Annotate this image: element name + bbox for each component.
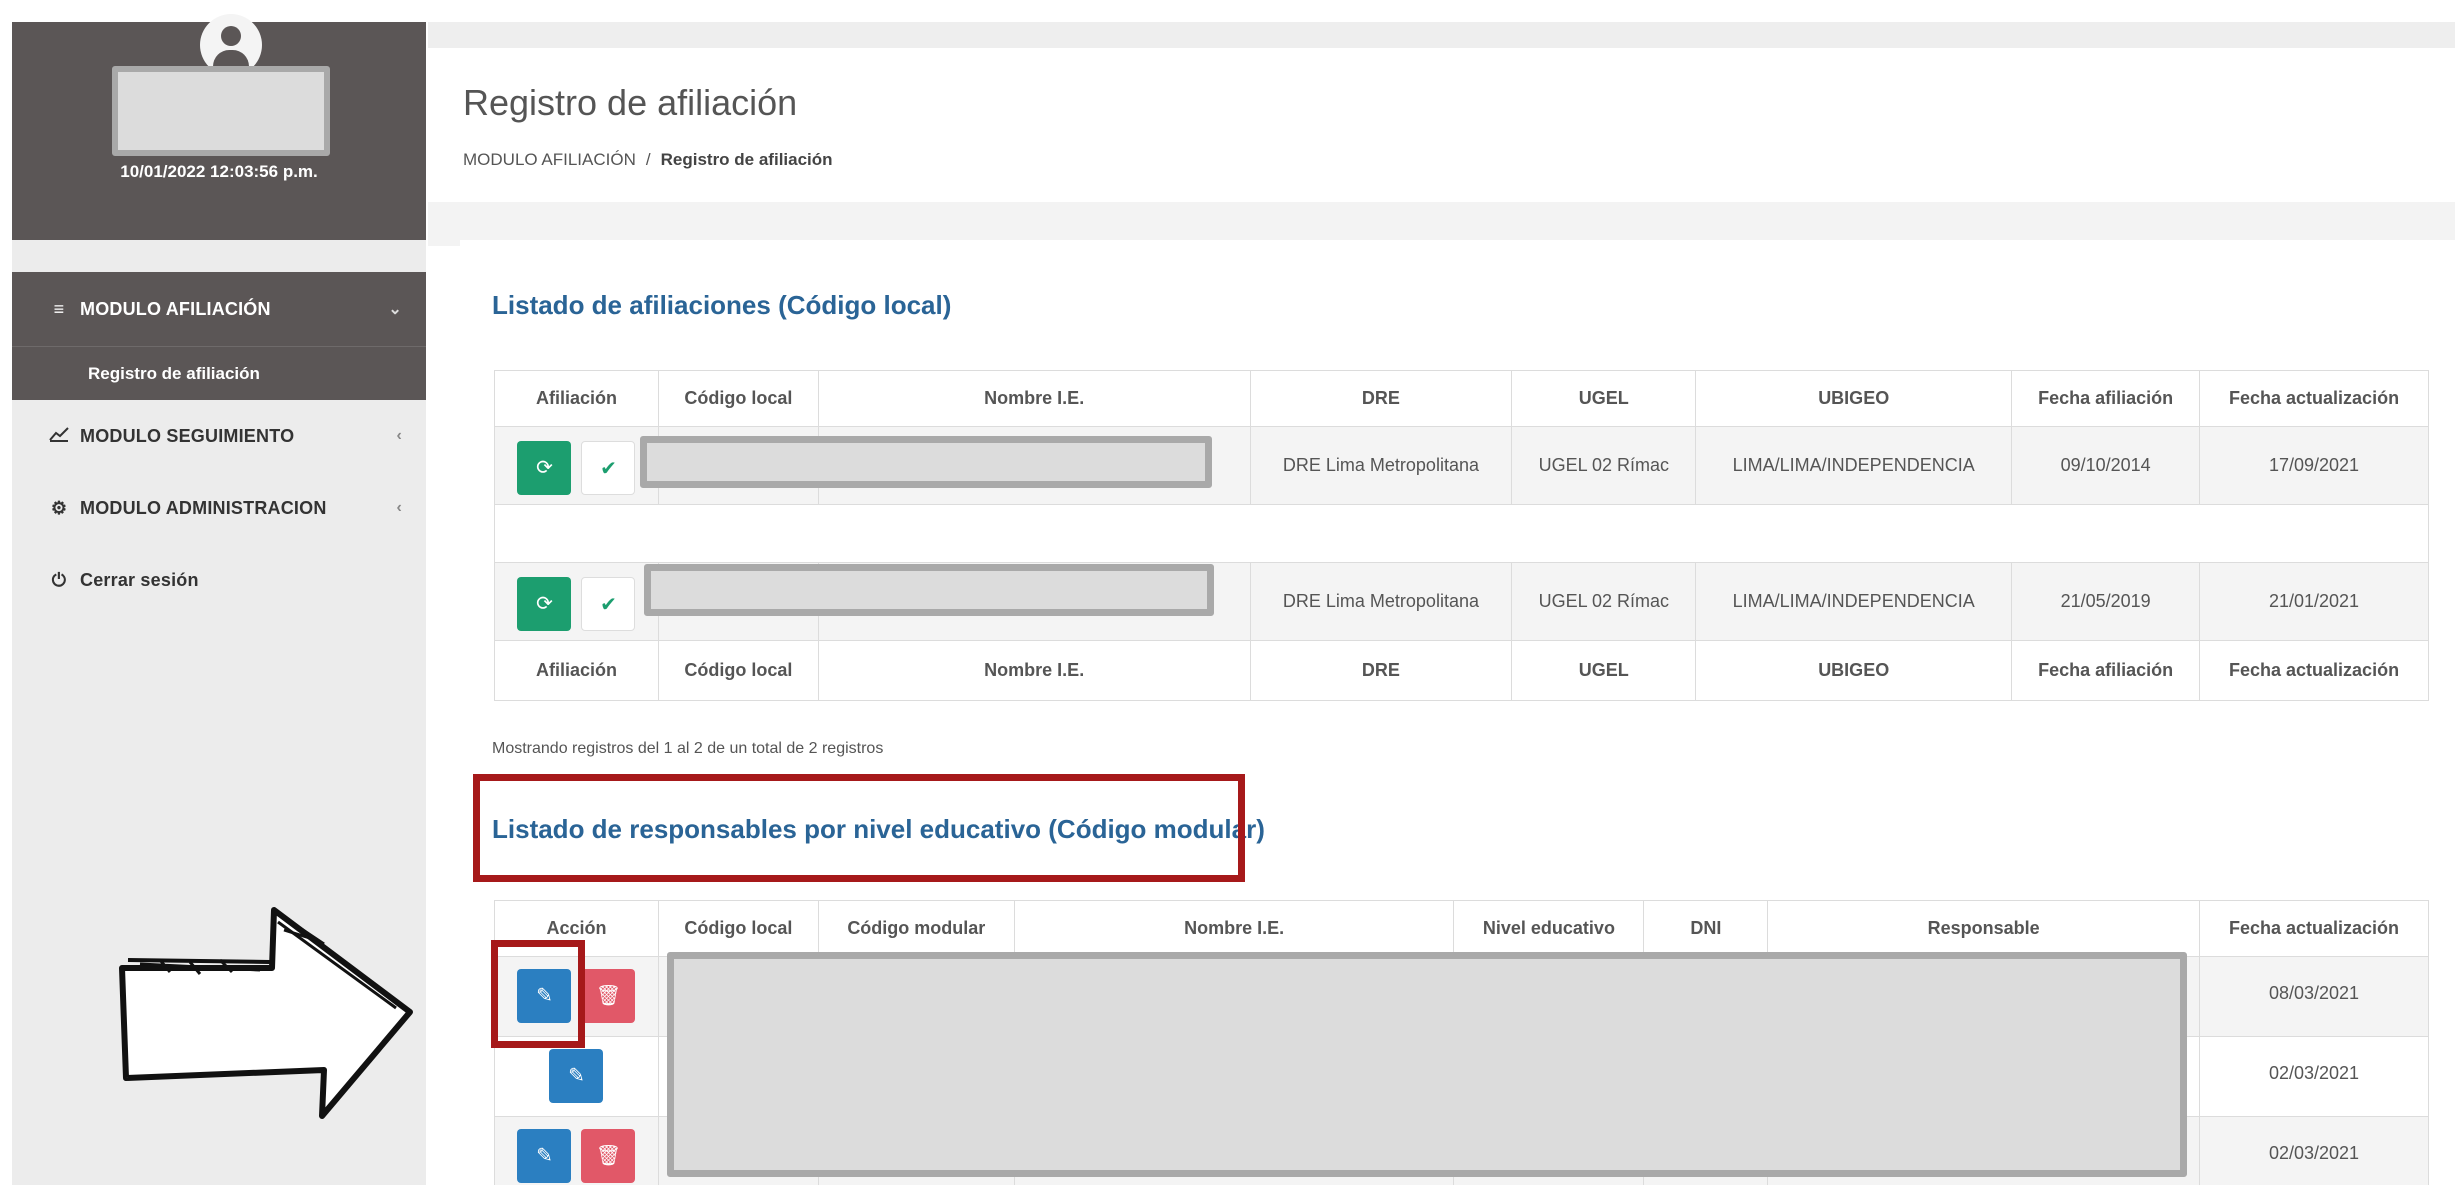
breadcrumb: MODULO AFILIACIÓN / Registro de afiliación xyxy=(463,150,833,170)
column-header[interactable]: Código local xyxy=(657,900,819,957)
ugel-cell: UGEL 02 Rímac xyxy=(1511,426,1697,505)
edit-button[interactable]: ✎ xyxy=(549,1049,604,1103)
column-header[interactable]: UGEL xyxy=(1511,370,1697,427)
column-footer: Afiliación xyxy=(494,640,659,701)
column-footer: DRE xyxy=(1249,640,1513,701)
trash-icon: 🗑 xyxy=(595,1145,622,1167)
highlight-box-title xyxy=(473,774,1245,882)
column-header[interactable]: DRE xyxy=(1249,370,1513,427)
table-header-row: Afiliación Código local Nombre I.E. DRE … xyxy=(494,370,2429,427)
dre-cell: DRE Lima Metropolitana xyxy=(1249,562,1513,641)
breadcrumb-parent[interactable]: MODULO AFILIACIÓN xyxy=(463,150,636,169)
refresh-button[interactable]: ⟳ xyxy=(517,576,572,631)
delete-button[interactable]: 🗑 xyxy=(581,969,636,1023)
session-datetime: 10/01/2022 12:03:56 p.m. xyxy=(120,162,318,181)
page-header: Registro de afiliación MODULO AFILIACIÓN… xyxy=(428,48,2455,202)
edit-icon: ✎ xyxy=(536,1145,553,1167)
edit-icon: ✎ xyxy=(568,1065,585,1087)
column-footer: Fecha actualización xyxy=(2199,640,2429,701)
sidebar-item-label: MODULO ADMINISTRACION xyxy=(80,497,327,518)
trash-icon: 🗑 xyxy=(595,985,622,1007)
check-icon: ✔ xyxy=(600,593,617,616)
check-icon: ✔ xyxy=(600,457,617,480)
sidebar-item-label: Cerrar sesión xyxy=(80,569,199,590)
table-row-spacer xyxy=(494,504,2429,563)
fecha-actualizacion-cell: 02/03/2021 xyxy=(2199,1116,2429,1185)
column-header[interactable]: Fecha actualización xyxy=(2199,370,2429,427)
user-profile-panel: 10/01/2022 12:03:56 p.m. xyxy=(12,14,426,240)
table-footer-row: Afiliación Código local Nombre I.E. DRE … xyxy=(494,640,2429,701)
column-footer: UGEL xyxy=(1511,640,1697,701)
fecha-actualizacion-cell: 17/09/2021 xyxy=(2199,426,2429,505)
main-content: Listado de afiliaciones (Código local) A… xyxy=(460,240,2455,1185)
column-header[interactable]: Afiliación xyxy=(494,370,659,427)
sidebar-item-modulo-administracion[interactable]: ⚙ MODULO ADMINISTRACION ‹ xyxy=(12,472,426,544)
refresh-button[interactable]: ⟳ xyxy=(517,440,572,495)
afiliaciones-table: Afiliación Código local Nombre I.E. DRE … xyxy=(494,370,2429,701)
chevron-left-icon: ‹ xyxy=(396,499,402,516)
sidebar-item-label: MODULO AFILIACIÓN xyxy=(80,298,271,319)
redacted-nombre-ie xyxy=(640,436,1212,488)
column-footer: Fecha afiliación xyxy=(2011,640,2201,701)
delete-button[interactable]: 🗑 xyxy=(581,1129,636,1183)
ubigeo-cell: LIMA/LIMA/INDEPENDENCIA xyxy=(1695,426,2013,505)
sidebar-item-modulo-seguimiento[interactable]: MODULO SEGUIMIENTO ‹ xyxy=(12,400,426,472)
sidebar-item-label: MODULO SEGUIMIENTO xyxy=(80,425,295,446)
refresh-icon: ⟳ xyxy=(536,592,553,615)
edit-button[interactable]: ✎ xyxy=(517,1129,572,1183)
list-icon: ≡ xyxy=(53,298,65,319)
gear-icon: ⚙ xyxy=(50,497,68,518)
column-footer: Nombre I.E. xyxy=(817,640,1251,701)
ubigeo-cell: LIMA/LIMA/INDEPENDENCIA xyxy=(1695,562,2013,641)
column-header[interactable]: Responsable xyxy=(1767,900,2201,957)
breadcrumb-current: Registro de afiliación xyxy=(660,150,833,169)
fecha-actualizacion-cell: 21/01/2021 xyxy=(2199,562,2429,641)
power-icon: ⏻ xyxy=(51,569,67,590)
column-header[interactable]: Nombre I.E. xyxy=(1013,900,1455,957)
sidebar-subitem-registro-afiliacion[interactable]: Registro de afiliación xyxy=(12,346,426,400)
column-footer: Código local xyxy=(657,640,819,701)
table-header-row: Acción Código local Código modular Nombr… xyxy=(494,900,2429,957)
redacted-user-name xyxy=(112,66,330,156)
fecha-actualizacion-cell: 08/03/2021 xyxy=(2199,956,2429,1037)
breadcrumb-separator: / xyxy=(645,150,651,169)
afiliaciones-title: Listado de afiliaciones (Código local) xyxy=(492,290,952,320)
redacted-responsables-data xyxy=(667,952,2187,1177)
chart-line-icon xyxy=(48,426,70,447)
refresh-icon: ⟳ xyxy=(536,456,553,479)
redacted-nombre-ie xyxy=(644,564,1214,616)
column-header[interactable]: Fecha afiliación xyxy=(2011,370,2201,427)
chevron-down-icon: ⌄ xyxy=(388,301,402,318)
ugel-cell: UGEL 02 Rímac xyxy=(1511,562,1697,641)
column-header[interactable]: UBIGEO xyxy=(1695,370,2013,427)
fecha-afiliacion-cell: 09/10/2014 xyxy=(2011,426,2201,505)
top-strip xyxy=(428,22,2455,48)
arrow-right-icon xyxy=(119,907,413,1119)
check-button[interactable]: ✔ xyxy=(581,576,636,631)
app-root: 10/01/2022 12:03:56 p.m. ≡ MODULO AFILIA… xyxy=(0,0,2455,1185)
column-footer: UBIGEO xyxy=(1695,640,2013,701)
sidebar-item-modulo-afiliacion[interactable]: ≡ MODULO AFILIACIÓN ⌄ xyxy=(12,272,426,346)
sidebar-item-cerrar-sesion[interactable]: ⏻ Cerrar sesión xyxy=(12,544,426,616)
page-title: Registro de afiliación xyxy=(463,82,798,123)
dre-cell: DRE Lima Metropolitana xyxy=(1249,426,1513,505)
column-header[interactable]: Nombre I.E. xyxy=(817,370,1251,427)
column-header[interactable]: Nivel educativo xyxy=(1453,900,1645,957)
highlight-box-edit-button xyxy=(491,940,585,1048)
check-button[interactable]: ✔ xyxy=(581,440,636,495)
column-header[interactable]: Código modular xyxy=(817,900,1015,957)
fecha-actualizacion-cell: 02/03/2021 xyxy=(2199,1036,2429,1117)
fecha-afiliacion-cell: 21/05/2019 xyxy=(2011,562,2201,641)
records-count: Mostrando registros del 1 al 2 de un tot… xyxy=(492,740,884,757)
column-header[interactable]: Código local xyxy=(657,370,819,427)
column-header[interactable]: DNI xyxy=(1643,900,1769,957)
sidebar-menu: ≡ MODULO AFILIACIÓN ⌄ Registro de afilia… xyxy=(12,272,426,616)
column-header[interactable]: Fecha actualización xyxy=(2199,900,2429,957)
chevron-left-icon: ‹ xyxy=(396,427,402,444)
